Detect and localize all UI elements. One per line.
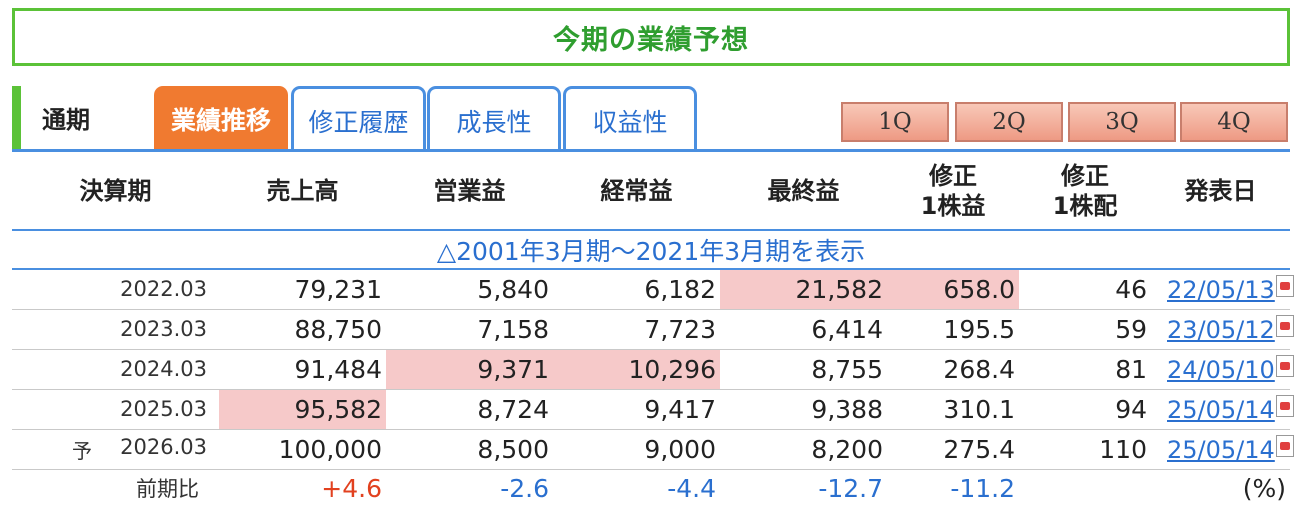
quarter-2q-button[interactable]: 2Q: [955, 102, 1063, 142]
date-cell: 22/05/13: [1151, 269, 1294, 310]
operating-profit-cell: 5,840: [386, 269, 553, 310]
date-cell: 25/05/14: [1151, 429, 1294, 470]
period-cell: 2025.03: [12, 389, 219, 430]
tab-profitability[interactable]: 収益性: [563, 86, 697, 152]
period-cell: 2022.03: [12, 269, 219, 310]
quarter-4q-button[interactable]: 4Q: [1180, 102, 1288, 142]
ordinary-profit-cell: 7,723: [553, 309, 720, 350]
period-cell: 2023.03: [12, 309, 219, 350]
ordinary-profit-cell: 10,296: [553, 349, 720, 390]
comparison-operating-profit: -2.6: [500, 473, 549, 503]
eps-cell: 658.0: [887, 269, 1019, 310]
announce-date-link[interactable]: 22/05/13: [1167, 276, 1275, 304]
quarter-1q-button[interactable]: 1Q: [841, 102, 949, 142]
period-value: 2026.03: [120, 434, 207, 459]
comparison-row: 前期比 +4.6 -2.6 -4.4 -12.7 -11.2 (%): [12, 469, 1290, 507]
header-period: 決算期: [12, 152, 219, 231]
dividend-cell: 81: [1019, 349, 1151, 390]
period-label: 通期: [42, 106, 90, 134]
eps-cell: 275.4: [887, 429, 1019, 470]
date-cell: 25/05/14: [1151, 389, 1294, 430]
header-announce-date: 発表日: [1151, 152, 1290, 231]
pdf-icon[interactable]: [1275, 394, 1294, 417]
announce-date-link[interactable]: 23/05/12: [1167, 316, 1275, 344]
period-cell: 予 2026.03: [12, 429, 219, 470]
eps-cell: 268.4: [887, 349, 1019, 390]
comparison-ordinary-profit: -4.4: [667, 473, 716, 503]
tab-growth[interactable]: 成長性: [427, 86, 561, 152]
tab-performance[interactable]: 業績推移: [154, 86, 288, 152]
dividend-cell: 46: [1019, 269, 1151, 310]
table-row: 2024.03 91,484 9,371 10,296 8,755 268.4 …: [12, 349, 1294, 390]
operating-profit-cell: 8,724: [386, 389, 553, 430]
header-net-profit: 最終益: [720, 152, 887, 231]
header-ordinary-profit: 経常益: [553, 152, 720, 231]
header-sales: 売上高: [219, 152, 386, 231]
section-title: 今期の業績予想: [12, 8, 1290, 66]
period-cell: 2024.03: [12, 349, 219, 390]
sales-cell: 79,231: [219, 269, 386, 310]
pdf-icon[interactable]: [1275, 314, 1294, 337]
announce-date-link[interactable]: 25/05/14: [1167, 436, 1275, 464]
section-title-text: 今期の業績予想: [553, 24, 749, 56]
date-cell: 24/05/10: [1151, 349, 1294, 390]
ordinary-profit-cell: 6,182: [553, 269, 720, 310]
comparison-sales: +4.6: [321, 473, 382, 503]
quarter-3q-button[interactable]: 3Q: [1068, 102, 1176, 142]
tab-revision-history[interactable]: 修正履歴: [291, 86, 426, 152]
net-profit-cell: 9,388: [720, 389, 887, 430]
table-row: 2025.03 95,582 8,724 9,417 9,388 310.1 9…: [12, 389, 1294, 430]
announce-date-link[interactable]: 25/05/14: [1167, 396, 1275, 424]
ordinary-profit-cell: 9,000: [553, 429, 720, 470]
comparison-dividend: [1019, 469, 1151, 507]
range-row: △2001年3月期～2021年3月期を表示: [12, 230, 1290, 270]
ordinary-profit-cell: 9,417: [553, 389, 720, 430]
comparison-net-profit: -12.7: [818, 473, 883, 503]
performance-table: 決算期 売上高 営業益 経常益 最終益 修正 1株益 修正 1株配 発表日 △2…: [12, 152, 1294, 507]
net-profit-cell: 6,414: [720, 309, 887, 350]
header-eps: 修正 1株益: [887, 152, 1019, 231]
pdf-icon[interactable]: [1275, 434, 1294, 457]
header-dividend: 修正 1株配: [1019, 152, 1151, 231]
announce-date-link[interactable]: 24/05/10: [1167, 356, 1275, 384]
table-row: 2023.03 88,750 7,158 7,723 6,414 195.5 5…: [12, 309, 1294, 350]
tab-bar: 通期 業績推移 修正履歴 成長性 収益性 1Q 2Q 3Q 4Q: [12, 86, 1290, 152]
sales-cell: 100,000: [219, 429, 386, 470]
forecast-marker: 予: [72, 438, 92, 463]
table-header-row: 決算期 売上高 営業益 経常益 最終益 修正 1株益 修正 1株配 発表日: [12, 152, 1290, 231]
net-profit-cell: 21,582: [720, 269, 887, 310]
sales-cell: 88,750: [219, 309, 386, 350]
dividend-cell: 110: [1019, 429, 1151, 470]
table-row-forecast: 予 2026.03 100,000 8,500 9,000 8,200 275.4…: [12, 429, 1294, 470]
show-past-periods-link[interactable]: △2001年3月期～2021年3月期を表示: [12, 230, 1290, 270]
operating-profit-cell: 7,158: [386, 309, 553, 350]
dividend-cell: 59: [1019, 309, 1151, 350]
comparison-label: 前期比: [136, 477, 199, 502]
net-profit-cell: 8,200: [720, 429, 887, 470]
sales-cell: 91,484: [219, 349, 386, 390]
pdf-icon[interactable]: [1275, 274, 1294, 297]
eps-cell: 195.5: [887, 309, 1019, 350]
operating-profit-cell: 8,500: [386, 429, 553, 470]
operating-profit-cell: 9,371: [386, 349, 553, 390]
green-accent-bar: [12, 86, 21, 149]
net-profit-cell: 8,755: [720, 349, 887, 390]
eps-cell: 310.1: [887, 389, 1019, 430]
header-operating-profit: 営業益: [386, 152, 553, 231]
comparison-eps: -11.2: [950, 473, 1015, 503]
pdf-icon[interactable]: [1275, 354, 1294, 377]
table-row: 2022.03 79,231 5,840 6,182 21,582 658.0 …: [12, 269, 1294, 310]
comparison-unit: (%): [1242, 473, 1286, 503]
date-cell: 23/05/12: [1151, 309, 1294, 350]
dividend-cell: 94: [1019, 389, 1151, 430]
sales-cell: 95,582: [219, 389, 386, 430]
